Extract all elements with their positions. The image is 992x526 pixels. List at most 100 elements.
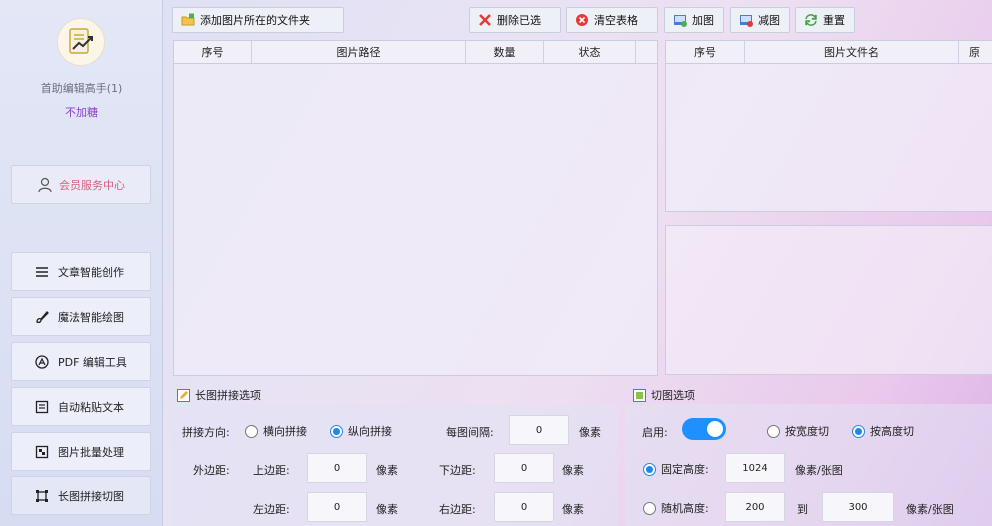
user-icon: [37, 177, 53, 193]
nav-long-image-cut[interactable]: 长图拼接切图: [11, 476, 151, 515]
nav-pdf-tools[interactable]: PDF 编辑工具: [11, 342, 151, 381]
col-image-path: 图片路径: [252, 41, 466, 63]
reset-button[interactable]: 重置: [795, 7, 855, 33]
nav-article-creation[interactable]: 文章智能创作: [11, 252, 151, 291]
folder-table-header: 序号 图片路径 数量 状态: [174, 41, 657, 64]
add-image-button[interactable]: 加图: [664, 7, 724, 33]
col-index: 序号: [666, 41, 745, 63]
left-margin-input[interactable]: 0: [307, 492, 367, 522]
radio-circle: [643, 501, 656, 515]
bottom-margin-input[interactable]: 0: [494, 453, 554, 483]
top-margin-unit: 像素: [376, 464, 398, 477]
clear-table-label: 清空表格: [594, 14, 638, 27]
nav-label: 文章智能创作: [58, 265, 124, 279]
remove-image-label: 减图: [758, 14, 780, 27]
paste-icon: [34, 399, 50, 415]
nav-label: 魔法智能绘图: [58, 310, 124, 324]
add-folder-button[interactable]: 添加图片所在的文件夹: [172, 7, 344, 33]
col-image-filename: 图片文件名: [745, 41, 959, 63]
top-margin-input[interactable]: 0: [307, 453, 367, 483]
fixed-height-label: 固定高度:: [661, 463, 709, 476]
random-height-unit: 像素/张图: [906, 503, 954, 516]
reset-label: 重置: [823, 14, 845, 27]
right-margin-input[interactable]: 0: [494, 492, 554, 522]
random-to-input[interactable]: 300: [822, 492, 894, 522]
refresh-icon: [804, 13, 818, 27]
bottom-margin-unit: 像素: [562, 464, 584, 477]
nav-label: 长图拼接切图: [58, 489, 124, 503]
fixed-height-radio[interactable]: 固定高度:: [643, 461, 709, 477]
col-filler: [636, 41, 657, 63]
vertical-stitch-radio[interactable]: 纵向拼接: [330, 423, 392, 439]
nav-batch-image[interactable]: 图片批量处理: [11, 432, 151, 471]
delete-selected-label: 删除已选: [497, 14, 541, 27]
cut-by-width-radio[interactable]: 按宽度切: [767, 423, 829, 439]
pdf-icon: [34, 354, 50, 370]
stitch-title-label: 长图拼接选项: [195, 389, 261, 402]
top-margin-label: 上边距:: [253, 464, 290, 477]
right-margin-unit: 像素: [562, 503, 584, 516]
fixed-height-input[interactable]: 1024: [725, 453, 785, 483]
radio-circle: [767, 424, 780, 438]
image-preview-pane: [665, 225, 992, 375]
remove-image-icon: [739, 13, 753, 27]
clear-table-button[interactable]: 清空表格: [566, 7, 658, 33]
list-icon: [34, 264, 50, 280]
enable-toggle[interactable]: [682, 418, 726, 440]
cut-by-height-radio[interactable]: 按高度切: [852, 423, 914, 439]
user-level: 不加糖: [65, 106, 98, 119]
col-status: 状态: [544, 41, 636, 63]
cut-by-height-label: 按高度切: [870, 425, 914, 438]
add-image-icon: [673, 13, 687, 27]
radio-circle: [643, 462, 656, 476]
cut-title-label: 切图选项: [651, 389, 695, 402]
add-folder-label: 添加图片所在的文件夹: [200, 14, 310, 27]
to-label: 到: [797, 503, 808, 516]
gap-label: 每图间隔:: [446, 426, 494, 439]
nav-label: PDF 编辑工具: [58, 355, 127, 369]
enable-label: 启用:: [642, 426, 668, 439]
radio-circle: [330, 424, 343, 438]
left-margin-unit: 像素: [376, 503, 398, 516]
crop-icon: [34, 488, 50, 504]
random-height-label: 随机高度:: [661, 502, 709, 515]
image-file-table-header: 序号 图片文件名 原: [666, 41, 992, 64]
cut-by-width-label: 按宽度切: [785, 425, 829, 438]
member-service-label: 会员服务中心: [59, 178, 125, 192]
delete-icon: [478, 13, 492, 27]
horizontal-stitch-radio[interactable]: 横向拼接: [245, 423, 307, 439]
stitch-options-title: 长图拼接选项: [176, 387, 261, 403]
folder-table[interactable]: 序号 图片路径 数量 状态: [173, 40, 658, 376]
cut-options-title: 切图选项: [632, 387, 695, 403]
right-margin-label: 右边距:: [439, 503, 476, 516]
left-margin-label: 左边距:: [253, 503, 290, 516]
random-from-input[interactable]: 200: [725, 492, 785, 522]
vertical-stitch-label: 纵向拼接: [348, 425, 392, 438]
bottom-margin-label: 下边距:: [439, 464, 476, 477]
nav-label: 图片批量处理: [58, 445, 124, 459]
direction-label: 拼接方向:: [182, 426, 230, 439]
crop-icon: [632, 388, 646, 402]
member-service-button[interactable]: 会员服务中心: [11, 165, 151, 204]
col-count: 数量: [466, 41, 544, 63]
margin-label: 外边距:: [193, 464, 230, 477]
clear-icon: [575, 13, 589, 27]
sidebar: 首助编辑高手(1) 不加糖 会员服务中心 文章智能创作 魔法智能绘图 PDF 编…: [0, 0, 163, 526]
delete-selected-button[interactable]: 删除已选: [469, 7, 561, 33]
user-name: 首助编辑高手(1): [40, 82, 123, 95]
radio-circle: [245, 424, 258, 438]
radio-circle: [852, 424, 865, 438]
nav-auto-paste[interactable]: 自动粘贴文本: [11, 387, 151, 426]
remove-image-button[interactable]: 减图: [730, 7, 790, 33]
nav-magic-drawing[interactable]: 魔法智能绘图: [11, 297, 151, 336]
horizontal-stitch-label: 横向拼接: [263, 425, 307, 438]
image-file-table[interactable]: 序号 图片文件名 原: [665, 40, 992, 212]
gap-input[interactable]: 0: [509, 415, 569, 445]
nav-label: 自动粘贴文本: [58, 400, 124, 414]
random-height-radio[interactable]: 随机高度:: [643, 500, 709, 516]
add-folder-icon: [181, 13, 195, 27]
brush-icon: [34, 309, 50, 325]
gap-unit: 像素: [579, 426, 601, 439]
add-image-label: 加图: [692, 14, 714, 27]
fixed-height-unit: 像素/张图: [795, 464, 843, 477]
